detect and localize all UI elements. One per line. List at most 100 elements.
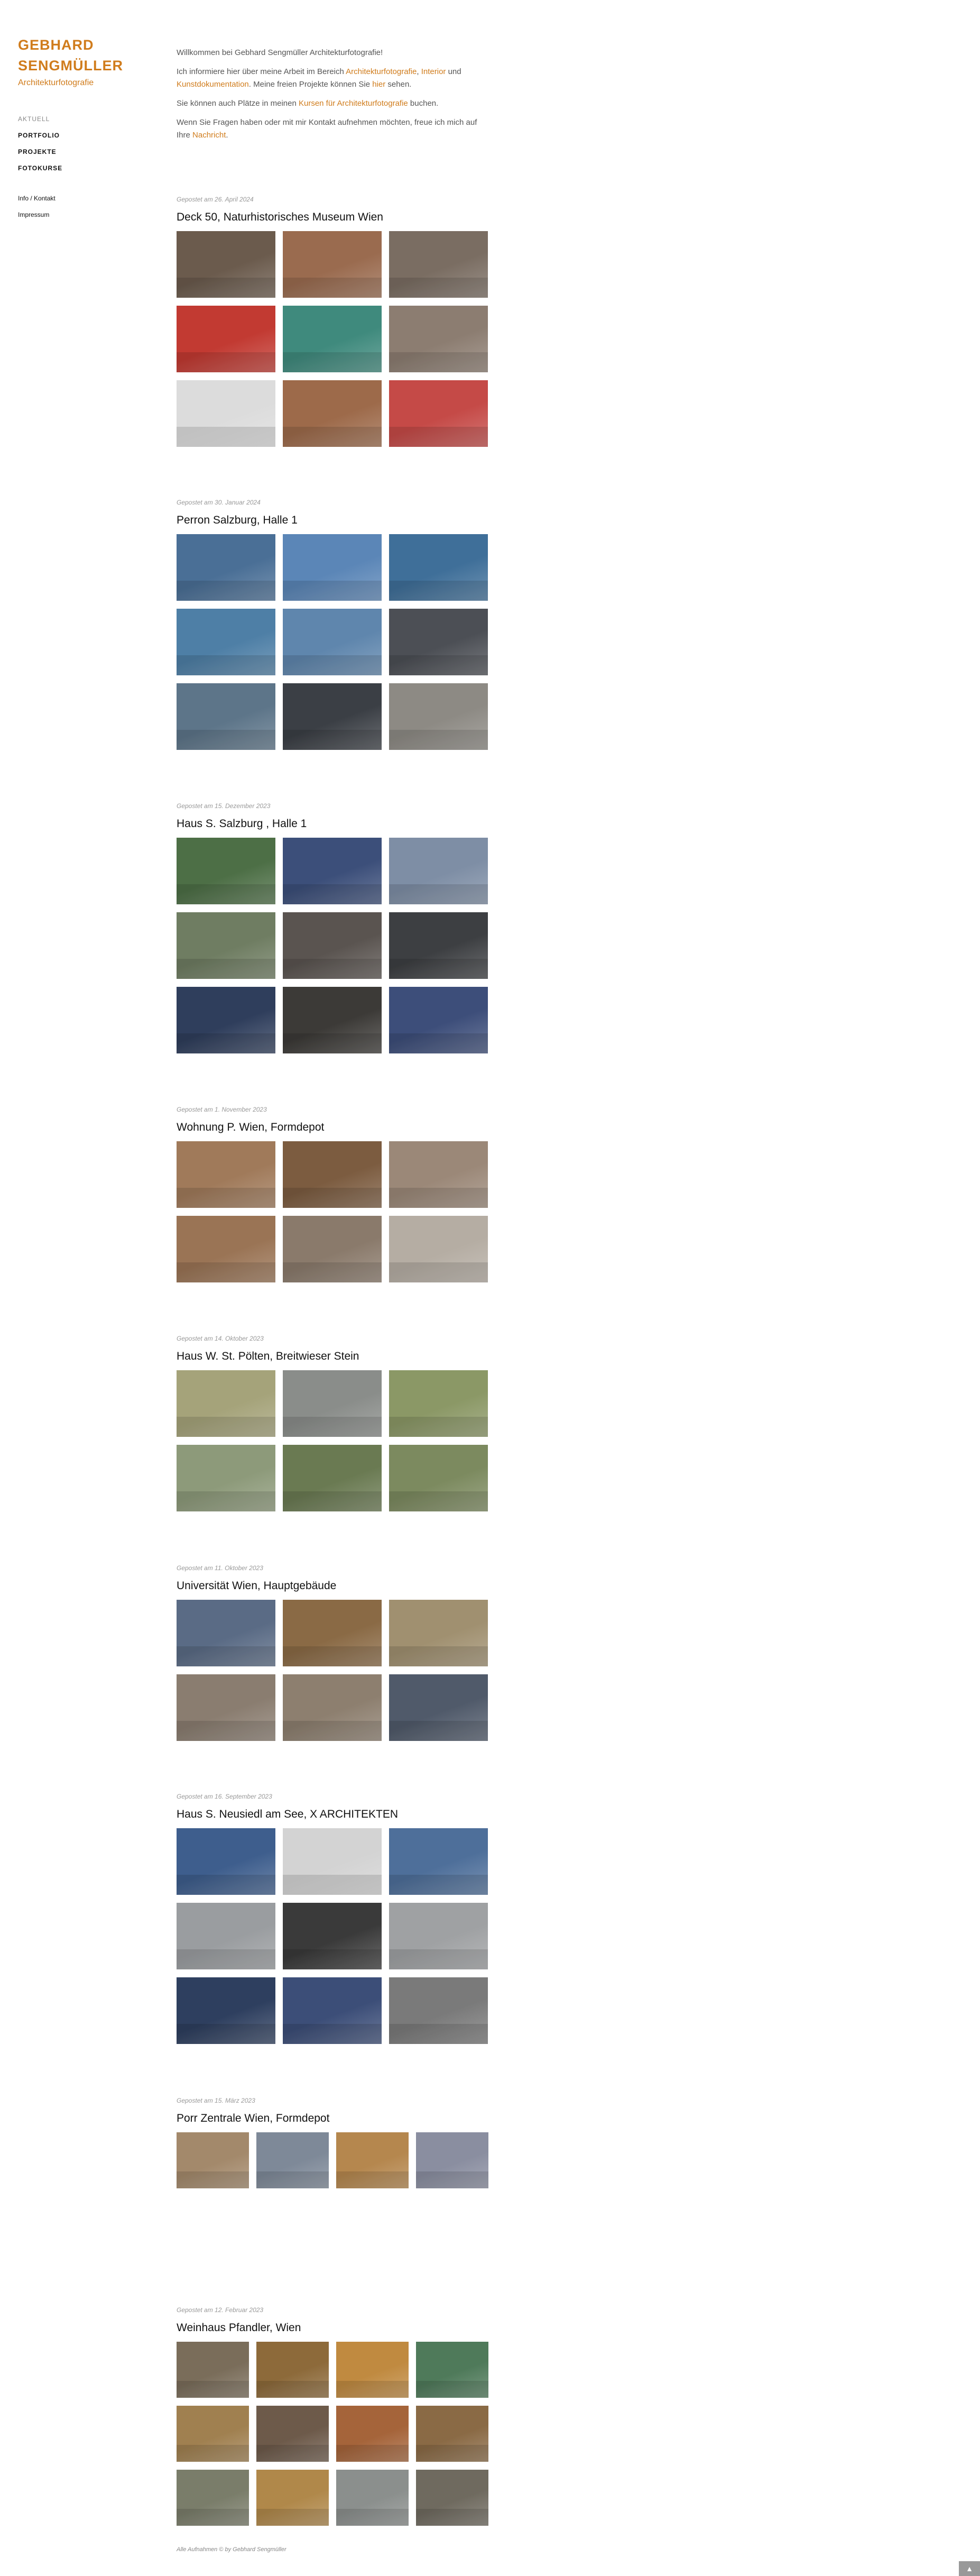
photo-thumbnail[interactable] — [336, 2342, 409, 2398]
logo-line-2: SENGMÜLLER — [18, 58, 123, 74]
photo-thumbnail[interactable] — [177, 1903, 275, 1969]
post-title[interactable]: Porr Zentrale Wien, Formdepot — [177, 2111, 488, 2126]
photo-thumbnail[interactable] — [177, 1370, 275, 1437]
intro-paragraph-4: Wenn Sie Fragen haben oder mit mir Konta… — [177, 116, 488, 142]
photo-thumbnail[interactable] — [177, 1600, 275, 1666]
link-kunstdokumentation[interactable]: Kunstdokumentation — [177, 80, 249, 89]
photo-thumbnail[interactable] — [283, 1674, 382, 1741]
post-title[interactable]: Haus S. Salzburg , Halle 1 — [177, 816, 488, 832]
photo-thumbnail[interactable] — [177, 2470, 249, 2526]
photo-thumbnail[interactable] — [283, 912, 382, 979]
nav-item-aktuell[interactable]: AKTUELL — [18, 111, 145, 127]
photo-thumbnail[interactable] — [177, 2406, 249, 2462]
photo-thumbnail[interactable] — [177, 838, 275, 904]
photo-thumbnail[interactable] — [283, 609, 382, 675]
photo-thumbnail[interactable] — [283, 1216, 382, 1282]
photo-thumbnail[interactable] — [283, 534, 382, 601]
post-universitaet-wien: Gepostet am 11. Oktober 2023 Universität… — [177, 1564, 488, 1741]
photo-thumbnail[interactable] — [389, 534, 488, 601]
photo-thumbnail[interactable] — [177, 1141, 275, 1208]
post-deck50: Gepostet am 26. April 2024 Deck 50, Natu… — [177, 196, 488, 447]
photo-thumbnail[interactable] — [389, 1216, 488, 1282]
photo-thumbnail[interactable] — [177, 1216, 275, 1282]
photo-thumbnail[interactable] — [283, 1600, 382, 1666]
link-kurse[interactable]: Kursen für Architekturfotografie — [299, 99, 408, 108]
main-nav: AKTUELL PORTFOLIO PROJEKTE FOTOKURSE — [18, 111, 145, 177]
nav-item-impressum[interactable]: Impressum — [18, 207, 145, 223]
photo-thumbnail[interactable] — [177, 2132, 249, 2188]
post-title[interactable]: Perron Salzburg, Halle 1 — [177, 512, 488, 528]
link-interior[interactable]: Interior — [421, 67, 446, 76]
photo-thumbnail[interactable] — [389, 912, 488, 979]
post-title[interactable]: Deck 50, Naturhistorisches Museum Wien — [177, 209, 488, 225]
photo-thumbnail[interactable] — [389, 1977, 488, 2044]
nav-item-fotokurse[interactable]: FOTOKURSE — [18, 160, 145, 177]
nav-item-info-kontakt[interactable]: Info / Kontakt — [18, 190, 145, 207]
photo-thumbnail[interactable] — [389, 306, 488, 372]
photo-thumbnail[interactable] — [389, 683, 488, 750]
photo-thumbnail[interactable] — [283, 1977, 382, 2044]
photo-thumbnail[interactable] — [177, 1445, 275, 1511]
nav-item-projekte[interactable]: PROJEKTE — [18, 144, 145, 160]
post-title[interactable]: Haus S. Neusiedl am See, X ARCHITEKTEN — [177, 1807, 488, 1822]
photo-thumbnail[interactable] — [177, 2342, 249, 2398]
photo-thumbnail[interactable] — [336, 2132, 409, 2188]
photo-thumbnail[interactable] — [389, 987, 488, 1053]
photo-thumbnail[interactable] — [389, 609, 488, 675]
photo-thumbnail[interactable] — [336, 2406, 409, 2462]
photo-thumbnail[interactable] — [177, 534, 275, 601]
link-hier[interactable]: hier — [372, 80, 385, 89]
photo-thumbnail[interactable] — [283, 683, 382, 750]
photo-thumbnail[interactable] — [283, 306, 382, 372]
photo-thumbnail[interactable] — [416, 2342, 488, 2398]
photo-thumbnail[interactable] — [389, 1141, 488, 1208]
photo-thumbnail[interactable] — [256, 2132, 329, 2188]
photo-thumbnail[interactable] — [416, 2132, 488, 2188]
photo-thumbnail[interactable] — [177, 912, 275, 979]
photo-thumbnail[interactable] — [283, 1828, 382, 1895]
nav-item-portfolio[interactable]: PORTFOLIO — [18, 127, 145, 144]
photo-thumbnail[interactable] — [416, 2470, 488, 2526]
photo-thumbnail[interactable] — [389, 380, 488, 447]
link-nachricht[interactable]: Nachricht — [192, 131, 226, 140]
photo-thumbnail[interactable] — [283, 1370, 382, 1437]
photo-thumbnail[interactable] — [389, 1828, 488, 1895]
photo-thumbnail[interactable] — [177, 306, 275, 372]
photo-thumbnail[interactable] — [256, 2342, 329, 2398]
photo-thumbnail[interactable] — [416, 2406, 488, 2462]
photo-thumbnail[interactable] — [283, 1445, 382, 1511]
scroll-to-top-button[interactable]: ▲ — [959, 2561, 980, 2576]
photo-thumbnail[interactable] — [389, 231, 488, 298]
photo-thumbnail[interactable] — [283, 987, 382, 1053]
photo-thumbnail[interactable] — [177, 1977, 275, 2044]
post-title[interactable]: Wohnung P. Wien, Formdepot — [177, 1120, 488, 1135]
photo-thumbnail[interactable] — [177, 1674, 275, 1741]
site-logo[interactable]: GEBHARD SENGMÜLLER — [18, 35, 145, 76]
photo-thumbnail[interactable] — [256, 2406, 329, 2462]
photo-thumbnail[interactable] — [283, 231, 382, 298]
photo-thumbnail[interactable] — [389, 1903, 488, 1969]
photo-thumbnail[interactable] — [283, 380, 382, 447]
photo-thumbnail[interactable] — [389, 838, 488, 904]
photo-thumbnail[interactable] — [177, 609, 275, 675]
photo-thumbnail[interactable] — [283, 838, 382, 904]
photo-thumbnail[interactable] — [389, 1674, 488, 1741]
photo-thumbnail[interactable] — [256, 2470, 329, 2526]
post-title[interactable]: Universität Wien, Hauptgebäude — [177, 1578, 488, 1594]
post-title[interactable]: Haus W. St. Pölten, Breitwieser Stein — [177, 1349, 488, 1364]
link-architekturfotografie[interactable]: Architekturfotografie — [346, 67, 417, 76]
photo-thumbnail[interactable] — [177, 683, 275, 750]
photo-thumbnail[interactable] — [177, 1828, 275, 1895]
photo-thumbnail[interactable] — [389, 1370, 488, 1437]
photo-thumbnail[interactable] — [283, 1141, 382, 1208]
photo-thumbnail[interactable] — [389, 1445, 488, 1511]
intro-paragraph-1: Willkommen bei Gebhard Sengmüller Archit… — [177, 48, 383, 57]
photo-thumbnail[interactable] — [177, 380, 275, 447]
photo-thumbnail[interactable] — [336, 2470, 409, 2526]
photo-thumbnail[interactable] — [389, 1600, 488, 1666]
photo-thumbnail[interactable] — [177, 987, 275, 1053]
photo-thumbnail[interactable] — [283, 1903, 382, 1969]
photo-thumbnail[interactable] — [177, 231, 275, 298]
photo-gallery — [177, 1600, 488, 1741]
post-title[interactable]: Weinhaus Pfandler, Wien — [177, 2320, 488, 2336]
